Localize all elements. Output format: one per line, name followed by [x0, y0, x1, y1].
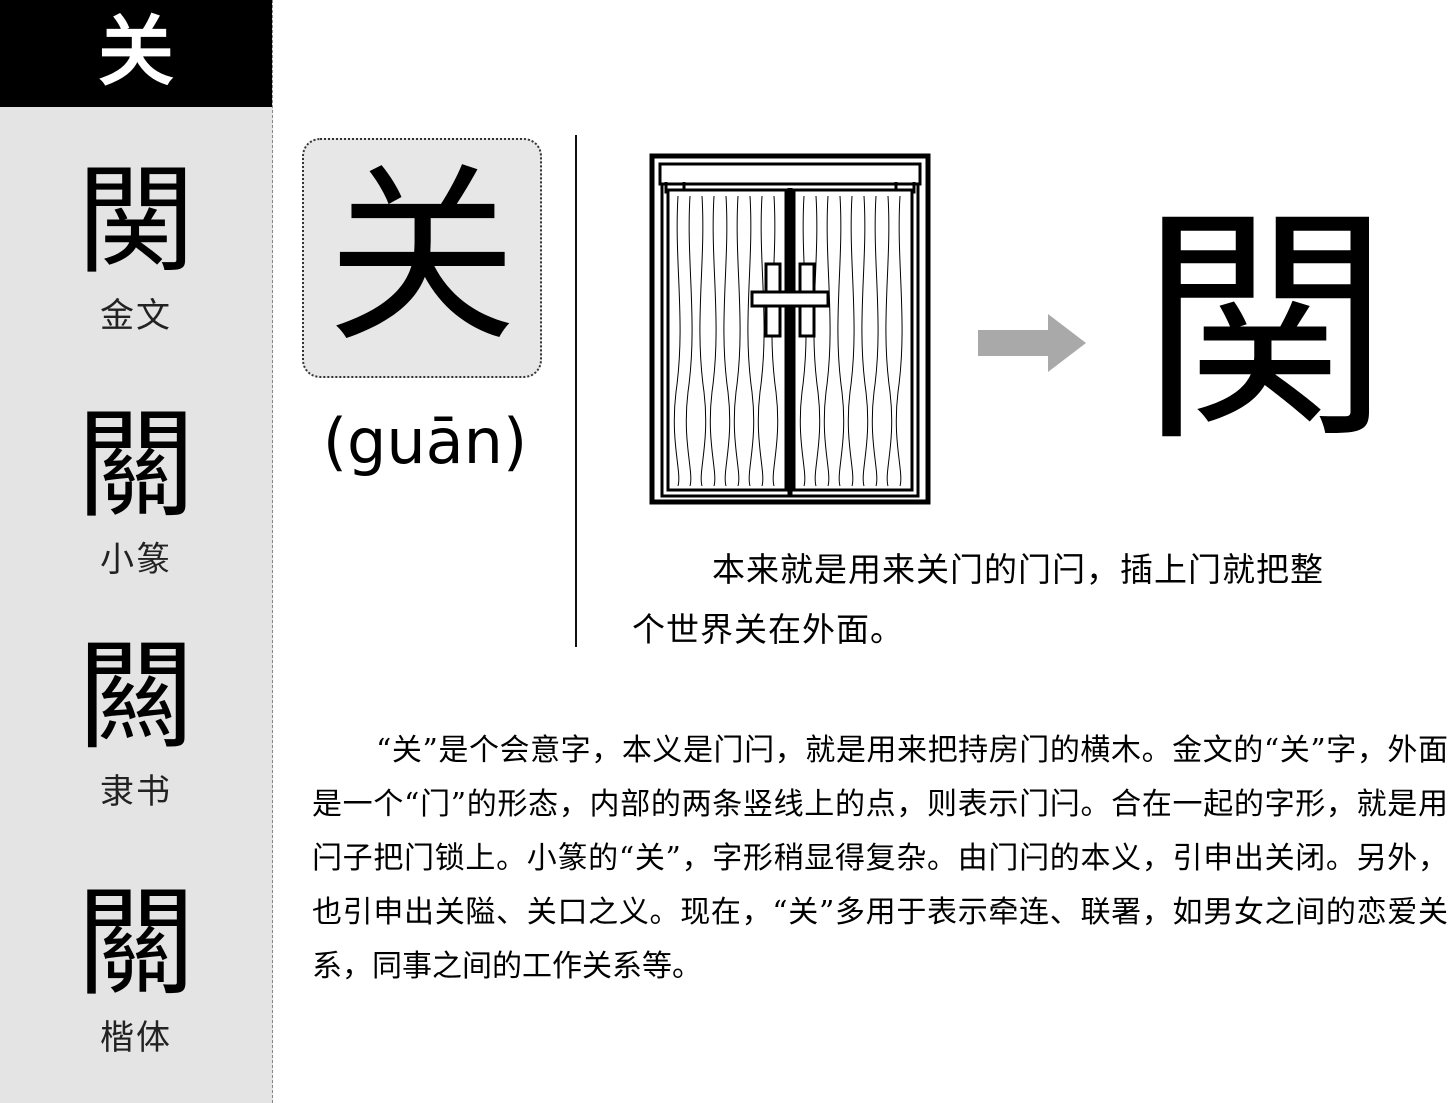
illustration-caption: 本来就是用来关门的门闩，插上门就把整个世界关在外面。	[632, 550, 1324, 649]
explanation-paragraph: “关”是个会意字，本义是门闩，就是用来把持房门的横木。金文的“关”字，外面是一个…	[312, 733, 1448, 984]
script-label-jinwen: 金文	[100, 296, 172, 336]
script-glyph-xiaozhuan: 關	[76, 396, 195, 534]
script-glyph-jinwen: 関	[76, 152, 195, 290]
script-item-xiaozhuan: 關 小篆	[0, 390, 272, 580]
script-glyph-kaiti: 關	[76, 874, 195, 1012]
script-item-lishu: 闗 隶书	[0, 622, 272, 812]
script-label-lishu: 隶书	[100, 772, 172, 812]
door-with-latch-icon	[649, 153, 931, 505]
arrow-right-icon	[978, 314, 1086, 372]
script-item-kaiti: 關 楷体	[0, 868, 272, 1058]
pinyin: (guān)	[322, 405, 528, 478]
sidebar-header-char: 关	[0, 0, 272, 104]
script-label-kaiti: 楷体	[100, 1018, 172, 1058]
script-sidebar: 关 関 金文 關 小篆 闗 隶书 關 楷体	[0, 0, 273, 1103]
script-glyph-lishu: 闗	[76, 628, 195, 766]
vertical-divider	[575, 135, 577, 647]
sidebar-header-rule	[0, 104, 272, 107]
script-item-jinwen: 関 金文	[0, 146, 272, 336]
ancient-form-glyph: 関	[1140, 184, 1390, 475]
script-label-xiaozhuan: 小篆	[100, 540, 172, 580]
character-card: 关	[302, 138, 542, 378]
main-character: 关	[326, 147, 517, 368]
